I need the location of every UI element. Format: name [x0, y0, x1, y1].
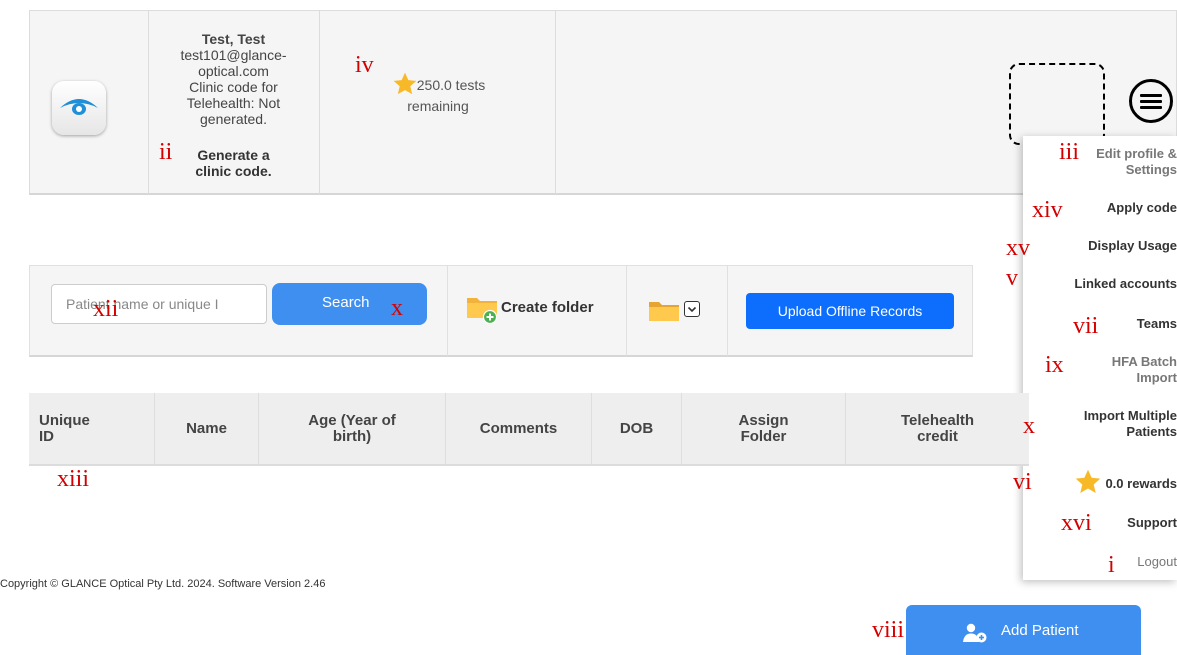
- user-email-line1: test101@glance-: [180, 47, 287, 63]
- menu-import-line1: Import Multiple: [1083, 408, 1177, 423]
- annotation-xii: xii: [93, 296, 119, 322]
- hamburger-menu-icon[interactable]: [1129, 79, 1173, 123]
- menu-edit-profile[interactable]: Edit profile & Settings: [1096, 146, 1177, 178]
- header-text: Unique: [39, 411, 90, 429]
- add-patient-button[interactable]: Add Patient: [906, 605, 1141, 655]
- clinic-status-line2: Telehealth: Not: [186, 95, 281, 111]
- copyright-text: Copyright © GLANCE Optical Pty Ltd. 2024…: [0, 578, 326, 590]
- column-dob[interactable]: DOB: [592, 393, 682, 464]
- header-text: Assign: [738, 411, 789, 429]
- menu-import-multiple-patients[interactable]: Import Multiple Patients: [1084, 408, 1177, 440]
- folder-icon: [649, 302, 679, 321]
- folder-add-icon: [467, 298, 498, 324]
- tests-cell: 250.0 tests remaining: [320, 11, 556, 194]
- header-text: Telehealth: [900, 411, 975, 429]
- star-icon: [1076, 469, 1101, 493]
- menu-rewards[interactable]: 0.0 rewards: [1073, 468, 1177, 496]
- toolbar-divider: [727, 266, 728, 356]
- column-name[interactable]: Name: [155, 393, 259, 464]
- logo-cell: [30, 11, 149, 194]
- column-comments[interactable]: Comments: [446, 393, 592, 464]
- annotation-xiv: xiv: [1032, 197, 1063, 223]
- generate-line1: Generate a: [197, 147, 270, 163]
- menu-hfa-batch-import[interactable]: HFA Batch Import: [1112, 354, 1177, 386]
- user-email: test101@glance- optical.com: [149, 47, 318, 79]
- annotation-i: i: [1108, 552, 1115, 578]
- patient-toolbar: Search Create folder Upload Offline Reco…: [29, 265, 973, 357]
- patient-search-input[interactable]: [51, 284, 267, 324]
- generate-clinic-code-link[interactable]: Generate a clinic code.: [149, 147, 318, 179]
- user-info-cell: Test, Test test101@glance- optical.com C…: [149, 11, 320, 194]
- annotation-x: x: [1023, 413, 1035, 439]
- menu-display-usage[interactable]: Display Usage: [1088, 238, 1177, 254]
- annotation-viii: viii: [872, 617, 905, 643]
- annotation-xiii: xiii: [57, 466, 90, 492]
- header-text: DOB: [619, 419, 654, 437]
- menu-linked-accounts[interactable]: Linked accounts: [1074, 276, 1177, 292]
- header-text: birth): [332, 427, 372, 445]
- clinic-status-line1: Clinic code for: [189, 79, 278, 95]
- annotation-ii: ii: [159, 139, 173, 165]
- column-unique-id[interactable]: Unique ID: [29, 393, 155, 464]
- tests-remaining-label: remaining: [407, 98, 469, 114]
- search-button-label: Search: [322, 294, 370, 311]
- clinic-status-line3: generated.: [200, 111, 267, 127]
- menu-support[interactable]: Support: [1127, 515, 1177, 531]
- add-user-icon: [963, 623, 987, 643]
- menu-logout[interactable]: Logout: [1137, 554, 1177, 570]
- chevron-down-icon[interactable]: [684, 301, 700, 317]
- header-text: credit: [917, 427, 958, 445]
- add-patient-label: Add Patient: [1001, 622, 1079, 639]
- user-info: Test, Test test101@glance- optical.com C…: [149, 31, 318, 127]
- user-email-line2: optical.com: [198, 63, 269, 79]
- annotation-x: x: [391, 295, 403, 321]
- profile-panel: Test, Test test101@glance- optical.com C…: [29, 10, 1177, 195]
- annotation-ix: ix: [1045, 352, 1064, 378]
- app-logo[interactable]: [52, 81, 106, 135]
- menu-apply-code[interactable]: Apply code: [1107, 200, 1177, 216]
- user-name: Test, Test: [201, 31, 266, 47]
- menu-edit-line1: Edit profile &: [1096, 146, 1177, 161]
- toolbar-divider: [626, 266, 627, 356]
- annotation-iii: iii: [1059, 139, 1080, 165]
- menu-hfa-line1: HFA Batch: [1111, 354, 1177, 369]
- column-age[interactable]: Age (Year of birth): [259, 393, 446, 464]
- tests-count: 250.0 tests: [416, 77, 486, 93]
- star-icon: [393, 72, 417, 95]
- annotation-v: v: [1006, 265, 1018, 291]
- header-text: ID: [39, 427, 54, 445]
- eye-logo-icon: [60, 99, 98, 115]
- header-text: Age (Year of: [308, 411, 396, 429]
- annotation-iv: iv: [355, 52, 374, 78]
- menu-rewards-label: 0.0 rewards: [1105, 476, 1177, 491]
- generate-line2: clinic code.: [195, 163, 272, 179]
- create-folder-label: Create folder: [501, 299, 594, 316]
- column-assign-folder[interactable]: Assign Folder: [682, 393, 846, 464]
- annotation-vi: vi: [1013, 469, 1032, 495]
- menu-edit-line2: Settings: [1125, 162, 1177, 177]
- clinic-code-status: Clinic code for Telehealth: Not generate…: [149, 79, 318, 127]
- patient-table-header: Unique ID Name Age (Year of birth) Comment…: [29, 393, 1029, 466]
- toolbar-divider: [447, 266, 448, 356]
- annotation-xvi: xvi: [1061, 510, 1092, 536]
- header-text: Name: [186, 419, 227, 437]
- menu-hfa-line2: Import: [1136, 370, 1177, 385]
- upload-offline-records-button[interactable]: Upload Offline Records: [746, 293, 954, 329]
- annotation-xv: xv: [1006, 235, 1030, 261]
- dashed-highlight: [1009, 63, 1105, 145]
- header-text: Folder: [740, 427, 787, 445]
- column-telehealth-credit[interactable]: Telehealth credit: [846, 393, 1029, 464]
- menu-import-line2: Patients: [1126, 424, 1177, 439]
- menu-teams[interactable]: Teams: [1137, 316, 1177, 332]
- header-text: Comments: [479, 419, 558, 437]
- search-button[interactable]: Search: [272, 283, 427, 325]
- annotation-vii: vii: [1073, 313, 1099, 339]
